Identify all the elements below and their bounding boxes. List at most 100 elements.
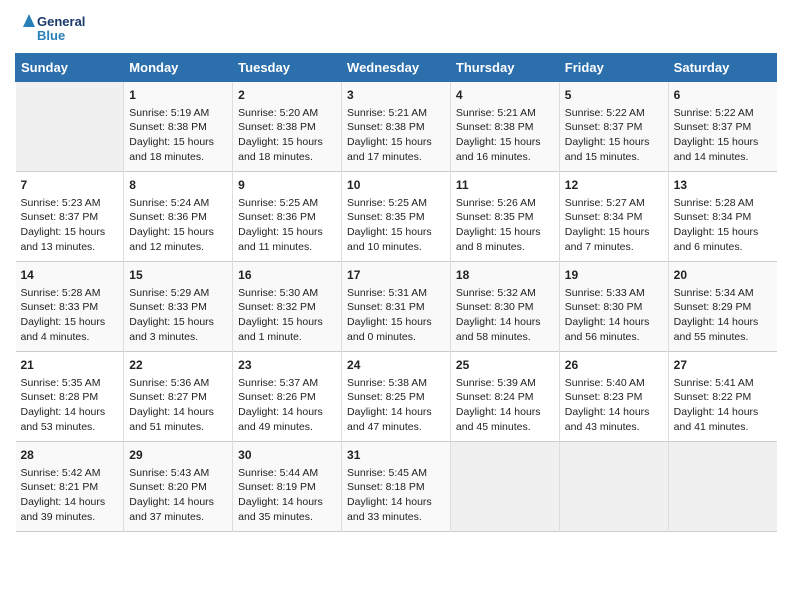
- calendar-cell: 9Sunrise: 5:25 AMSunset: 8:36 PMDaylight…: [233, 172, 342, 262]
- day-info: and 33 minutes.: [347, 510, 445, 525]
- calendar-cell: 25Sunrise: 5:39 AMSunset: 8:24 PMDayligh…: [450, 352, 559, 442]
- day-info: and 35 minutes.: [238, 510, 336, 525]
- calendar-cell: 24Sunrise: 5:38 AMSunset: 8:25 PMDayligh…: [342, 352, 451, 442]
- day-number: 29: [129, 447, 227, 464]
- day-info: Sunrise: 5:29 AM: [129, 286, 227, 301]
- day-number: 27: [674, 357, 772, 374]
- day-info: Daylight: 15 hours: [347, 135, 445, 150]
- day-info: Sunset: 8:37 PM: [565, 120, 663, 135]
- day-info: and 17 minutes.: [347, 150, 445, 165]
- calendar-cell: [16, 82, 124, 172]
- day-info: Sunrise: 5:44 AM: [238, 466, 336, 481]
- day-info: Sunrise: 5:32 AM: [456, 286, 554, 301]
- day-info: and 41 minutes.: [674, 420, 772, 435]
- header: GeneralBlue: [15, 10, 777, 45]
- day-info: and 18 minutes.: [238, 150, 336, 165]
- calendar-cell: 11Sunrise: 5:26 AMSunset: 8:35 PMDayligh…: [450, 172, 559, 262]
- calendar-cell: [450, 442, 559, 532]
- day-info: Daylight: 15 hours: [456, 135, 554, 150]
- day-info: Sunrise: 5:39 AM: [456, 376, 554, 391]
- day-info: Sunrise: 5:22 AM: [565, 106, 663, 121]
- calendar-cell: 17Sunrise: 5:31 AMSunset: 8:31 PMDayligh…: [342, 262, 451, 352]
- day-info: Daylight: 14 hours: [674, 315, 772, 330]
- day-info: and 6 minutes.: [674, 240, 772, 255]
- day-number: 11: [456, 177, 554, 194]
- day-info: Daylight: 15 hours: [674, 225, 772, 240]
- week-row-1: 1Sunrise: 5:19 AMSunset: 8:38 PMDaylight…: [16, 82, 777, 172]
- day-info: Sunset: 8:38 PM: [238, 120, 336, 135]
- day-info: Sunrise: 5:40 AM: [565, 376, 663, 391]
- day-info: and 53 minutes.: [21, 420, 119, 435]
- day-number: 30: [238, 447, 336, 464]
- day-info: and 55 minutes.: [674, 330, 772, 345]
- day-info: Daylight: 15 hours: [129, 135, 227, 150]
- day-info: and 1 minute.: [238, 330, 336, 345]
- day-info: and 47 minutes.: [347, 420, 445, 435]
- day-number: 31: [347, 447, 445, 464]
- day-number: 12: [565, 177, 663, 194]
- day-info: Sunset: 8:27 PM: [129, 390, 227, 405]
- day-number: 6: [674, 87, 772, 104]
- calendar-cell: 15Sunrise: 5:29 AMSunset: 8:33 PMDayligh…: [124, 262, 233, 352]
- day-info: and 58 minutes.: [456, 330, 554, 345]
- day-info: Daylight: 14 hours: [565, 405, 663, 420]
- day-info: and 11 minutes.: [238, 240, 336, 255]
- day-info: Sunset: 8:36 PM: [238, 210, 336, 225]
- day-number: 13: [674, 177, 772, 194]
- day-info: Sunset: 8:35 PM: [347, 210, 445, 225]
- header-thursday: Thursday: [450, 54, 559, 82]
- header-tuesday: Tuesday: [233, 54, 342, 82]
- day-info: Daylight: 15 hours: [129, 225, 227, 240]
- calendar-cell: 29Sunrise: 5:43 AMSunset: 8:20 PMDayligh…: [124, 442, 233, 532]
- day-info: and 37 minutes.: [129, 510, 227, 525]
- day-info: Sunrise: 5:43 AM: [129, 466, 227, 481]
- day-number: 4: [456, 87, 554, 104]
- day-info: Sunrise: 5:31 AM: [347, 286, 445, 301]
- day-info: Sunrise: 5:25 AM: [347, 196, 445, 211]
- day-info: Daylight: 15 hours: [21, 225, 119, 240]
- day-info: Sunset: 8:26 PM: [238, 390, 336, 405]
- day-info: and 51 minutes.: [129, 420, 227, 435]
- day-info: and 3 minutes.: [129, 330, 227, 345]
- day-info: Sunset: 8:37 PM: [21, 210, 119, 225]
- day-info: Sunset: 8:18 PM: [347, 480, 445, 495]
- day-info: Sunrise: 5:38 AM: [347, 376, 445, 391]
- day-number: 25: [456, 357, 554, 374]
- calendar-cell: 12Sunrise: 5:27 AMSunset: 8:34 PMDayligh…: [559, 172, 668, 262]
- day-info: Daylight: 14 hours: [21, 405, 119, 420]
- day-info: and 8 minutes.: [456, 240, 554, 255]
- day-info: Daylight: 15 hours: [347, 225, 445, 240]
- week-row-3: 14Sunrise: 5:28 AMSunset: 8:33 PMDayligh…: [16, 262, 777, 352]
- day-info: Sunrise: 5:21 AM: [347, 106, 445, 121]
- day-info: Sunset: 8:38 PM: [347, 120, 445, 135]
- week-row-4: 21Sunrise: 5:35 AMSunset: 8:28 PMDayligh…: [16, 352, 777, 442]
- day-number: 8: [129, 177, 227, 194]
- day-info: Daylight: 14 hours: [347, 405, 445, 420]
- day-info: Sunset: 8:33 PM: [129, 300, 227, 315]
- day-number: 7: [21, 177, 119, 194]
- day-info: Sunrise: 5:22 AM: [674, 106, 772, 121]
- day-info: Sunrise: 5:42 AM: [21, 466, 119, 481]
- day-info: Daylight: 15 hours: [456, 225, 554, 240]
- day-info: Daylight: 15 hours: [674, 135, 772, 150]
- day-info: and 15 minutes.: [565, 150, 663, 165]
- header-wednesday: Wednesday: [342, 54, 451, 82]
- calendar-cell: 8Sunrise: 5:24 AMSunset: 8:36 PMDaylight…: [124, 172, 233, 262]
- svg-text:General: General: [37, 14, 85, 29]
- calendar-cell: 31Sunrise: 5:45 AMSunset: 8:18 PMDayligh…: [342, 442, 451, 532]
- day-info: Daylight: 14 hours: [21, 495, 119, 510]
- logo-svg: GeneralBlue: [15, 10, 85, 45]
- day-number: 1: [129, 87, 227, 104]
- day-number: 17: [347, 267, 445, 284]
- day-info: Sunrise: 5:41 AM: [674, 376, 772, 391]
- day-info: Sunset: 8:34 PM: [565, 210, 663, 225]
- day-info: Daylight: 14 hours: [129, 405, 227, 420]
- day-info: Daylight: 14 hours: [129, 495, 227, 510]
- day-info: and 18 minutes.: [129, 150, 227, 165]
- day-info: and 0 minutes.: [347, 330, 445, 345]
- calendar-cell: 10Sunrise: 5:25 AMSunset: 8:35 PMDayligh…: [342, 172, 451, 262]
- day-info: Sunset: 8:32 PM: [238, 300, 336, 315]
- day-info: and 10 minutes.: [347, 240, 445, 255]
- day-info: Sunset: 8:38 PM: [129, 120, 227, 135]
- day-info: Sunrise: 5:19 AM: [129, 106, 227, 121]
